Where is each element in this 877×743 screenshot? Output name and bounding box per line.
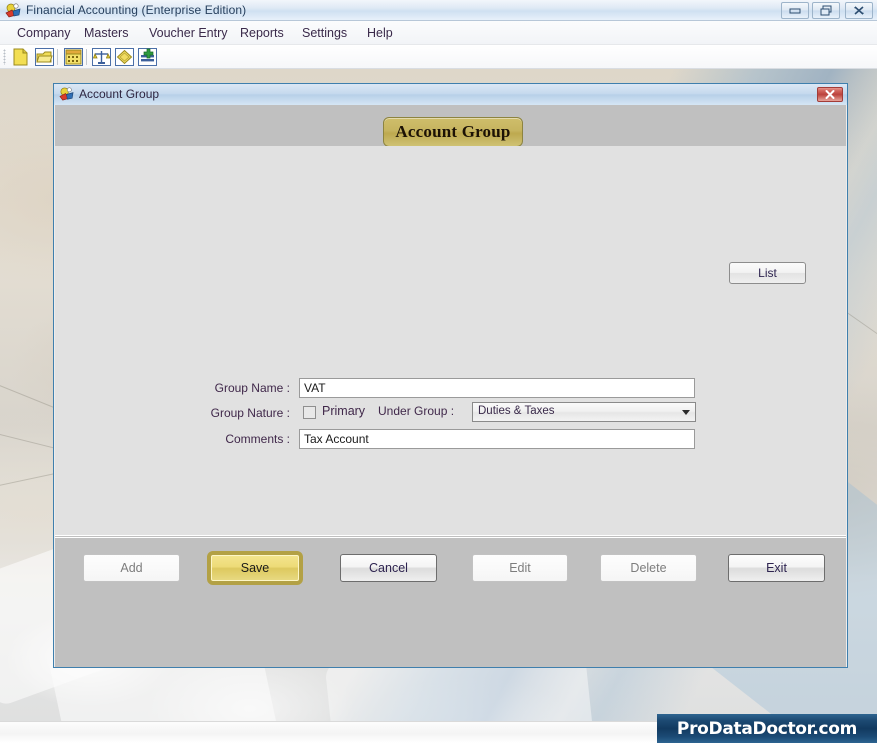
comments-input[interactable] <box>299 429 695 449</box>
dialog-title: Account Group <box>79 87 160 101</box>
minimize-button[interactable] <box>781 2 809 19</box>
dialog-close-button[interactable] <box>817 87 843 102</box>
toolbar-separator-2 <box>86 49 87 65</box>
cancel-button[interactable]: Cancel <box>340 554 437 582</box>
application-titlebar: Financial Accounting (Enterprise Edition… <box>0 0 877 21</box>
under-group-selected-value: Duties & Taxes <box>478 405 555 417</box>
menu-bar: Company Masters Voucher Entry Reports Se… <box>0 21 877 45</box>
under-group-select[interactable]: Duties & Taxes <box>472 402 696 422</box>
watermark-text: ProDataDoctor.com <box>676 718 858 739</box>
primary-checkbox-label: Primary <box>322 404 366 418</box>
chevron-down-icon <box>682 410 690 415</box>
application-title: Financial Accounting (Enterprise Edition… <box>26 3 247 17</box>
group-name-input[interactable] <box>299 378 695 398</box>
app-logo-icon <box>5 3 21 19</box>
save-button[interactable]: Save <box>207 551 303 585</box>
list-button[interactable]: List <box>729 262 806 284</box>
account-group-dialog: Account Group Account Group List Group N… <box>53 83 848 668</box>
menu-item-reports[interactable]: Reports <box>235 25 289 41</box>
group-name-label: Group Name : <box>214 381 290 395</box>
application-window: Financial Accounting (Enterprise Edition… <box>0 0 877 743</box>
add-button[interactable]: Add <box>83 554 180 582</box>
toolbar-separator <box>57 49 58 65</box>
new-company-icon[interactable] <box>11 48 30 66</box>
close-button[interactable] <box>845 2 873 19</box>
app-logo-icon <box>59 87 74 102</box>
edit-button[interactable]: Edit <box>472 554 568 582</box>
ledger-icon[interactable] <box>115 48 134 66</box>
menu-item-settings[interactable]: Settings <box>297 25 352 41</box>
menu-item-company[interactable]: Company <box>12 25 76 41</box>
menu-item-masters[interactable]: Masters <box>79 25 133 41</box>
add-voucher-icon[interactable] <box>138 48 157 66</box>
trial-balance-icon[interactable] <box>92 48 111 66</box>
restore-button[interactable] <box>812 2 840 19</box>
page-title-text: Account Group <box>395 122 511 141</box>
under-group-label: Under Group : <box>378 404 455 418</box>
exit-button[interactable]: Exit <box>728 554 825 582</box>
open-company-icon[interactable] <box>35 48 54 66</box>
toolbar <box>0 45 877 69</box>
dialog-button-panel: Add Save Cancel Edit Delete Exit <box>55 537 846 667</box>
menu-item-help[interactable]: Help <box>362 25 398 41</box>
delete-button[interactable]: Delete <box>600 554 697 582</box>
menu-item-voucher-entry[interactable]: Voucher Entry <box>144 25 233 41</box>
calendar-icon[interactable] <box>64 48 83 66</box>
dialog-titlebar: Account Group <box>54 84 847 105</box>
group-nature-label: Group Nature : <box>210 406 290 420</box>
page-title: Account Group <box>383 117 523 147</box>
toolbar-grip[interactable] <box>3 49 6 65</box>
watermark-banner: ProDataDoctor.com <box>657 714 877 743</box>
comments-label: Comments : <box>225 432 290 446</box>
primary-checkbox[interactable] <box>303 406 316 419</box>
dialog-form-panel: List Group Name : Group Nature : Primary… <box>55 146 846 536</box>
